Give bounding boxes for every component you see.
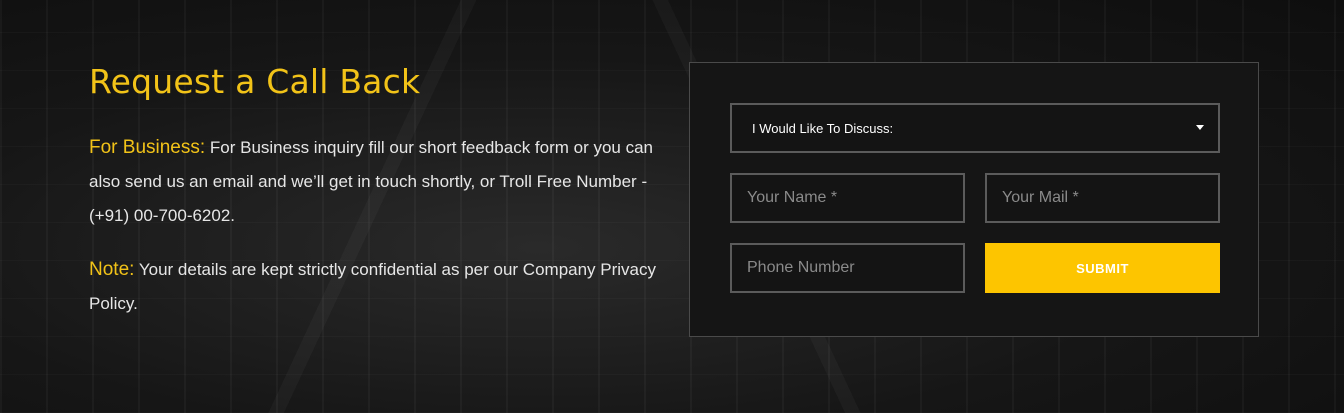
discuss-select-value: I Would Like To Discuss: bbox=[752, 120, 894, 136]
submit-button[interactable]: SUBMIT bbox=[985, 243, 1220, 293]
phone-input[interactable]: Phone Number bbox=[730, 243, 965, 293]
mail-placeholder: Your Mail * bbox=[1002, 189, 1079, 206]
business-label: For Business: bbox=[89, 137, 206, 158]
note-paragraph: Note: Your details are kept strictly con… bbox=[89, 253, 659, 321]
callback-form: I Would Like To Discuss: Your Name * You… bbox=[689, 62, 1259, 337]
business-paragraph: For Business: For Business inquiry fill … bbox=[89, 131, 659, 233]
note-label: Note: bbox=[89, 259, 135, 280]
caret-down-icon bbox=[1196, 125, 1204, 130]
name-input[interactable]: Your Name * bbox=[730, 173, 965, 223]
name-placeholder: Your Name * bbox=[747, 189, 838, 206]
mail-input[interactable]: Your Mail * bbox=[985, 173, 1220, 223]
section-title: Request a Call Back bbox=[89, 62, 421, 101]
phone-placeholder: Phone Number bbox=[747, 259, 855, 276]
note-text: Your details are kept strictly confident… bbox=[89, 260, 657, 313]
discuss-select[interactable]: I Would Like To Discuss: bbox=[730, 103, 1220, 153]
callback-info: Request a Call Back For Business: For Bu… bbox=[89, 62, 659, 321]
